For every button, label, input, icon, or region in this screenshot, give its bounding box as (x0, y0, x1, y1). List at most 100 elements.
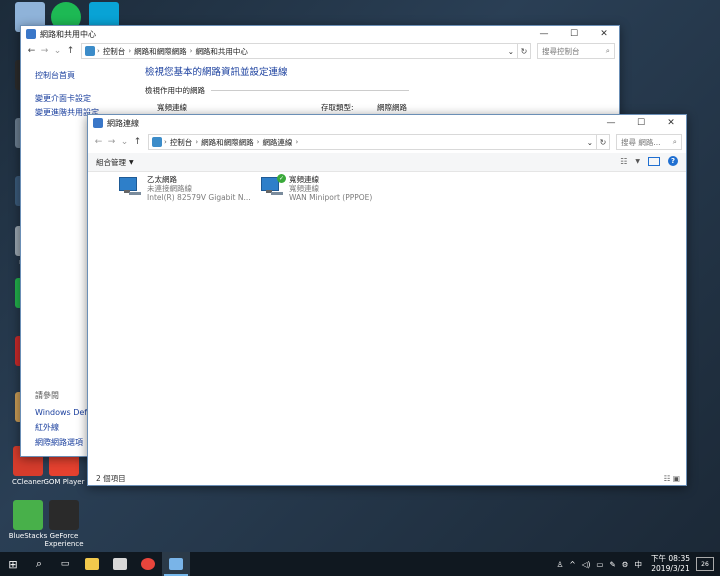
shortcut-label: GeForce Experience (44, 532, 84, 548)
network-window-taskbar-icon[interactable] (162, 552, 190, 576)
connection-status: 寬頻連線 (289, 184, 319, 193)
search-placeholder: 搜尋 網路... (621, 137, 661, 147)
volume-icon[interactable]: ◁) (582, 560, 591, 569)
task-view-icon[interactable]: ▭ (52, 552, 78, 576)
search-icon: ⌕ (605, 46, 610, 55)
close-button[interactable]: ✕ (589, 26, 619, 42)
control-panel-icon (85, 46, 95, 56)
active-network-name: 寬頻連線 (157, 103, 187, 112)
network-connections-icon (93, 118, 103, 128)
window-title: 網路連線 (107, 118, 139, 128)
notification-center-icon[interactable]: 26 (696, 557, 714, 571)
title-bar[interactable]: 網路連線 — ☐ ✕ (88, 115, 686, 131)
connected-check-icon: ✓ (277, 174, 286, 183)
close-button[interactable]: ✕ (656, 115, 686, 131)
network-adapter-icon: ✓ (260, 174, 286, 197)
window-title: 網路和共用中心 (40, 29, 96, 39)
active-networks-heading: 檢視作用中的網路 (145, 86, 205, 95)
file-explorer-icon[interactable] (78, 552, 106, 576)
network-tray-icon[interactable]: ▭ (596, 560, 603, 569)
search-icon[interactable]: ⌕ (26, 552, 52, 576)
show-hidden-icons-chevron[interactable]: ^ (569, 560, 575, 569)
forward-arrow-icon[interactable]: → (105, 137, 118, 147)
refresh-icon[interactable]: ↻ (597, 134, 610, 150)
refresh-icon[interactable]: ↻ (518, 43, 531, 59)
breadcrumb-network-internet[interactable]: 網路和網際網路 (201, 137, 254, 148)
maximize-button[interactable]: ☐ (559, 26, 589, 42)
organize-button[interactable]: 組合管理 ▼ (96, 157, 134, 168)
shortcut-label: GOM Player (43, 478, 85, 486)
system-tray: ♙ ^ ◁) ▭ ✎ ⚙ 中 下午 08:35 2019/3/21 26 (554, 552, 720, 576)
address-bar[interactable]: › 控制台 › 網路和網際網路 › 網路連線 › ⌄ (148, 134, 597, 150)
change-adapter-settings-link[interactable]: 變更介面卡設定 (35, 93, 145, 104)
breadcrumb-control-panel[interactable]: 控制台 (170, 137, 193, 148)
pen-icon[interactable]: ✎ (609, 560, 615, 569)
up-arrow-icon[interactable]: ↑ (64, 46, 77, 56)
notification-count: 26 (701, 560, 709, 568)
connection-status: 未連接網路線 (147, 184, 192, 193)
main-panel: 檢視您基本的網路資訊並設定連線 檢視作用中的網路 寬頻連線 存取類型: 網際網路 (145, 64, 605, 116)
maximize-button[interactable]: ☐ (626, 115, 656, 131)
forward-arrow-icon[interactable]: → (38, 46, 51, 56)
left-panel: 控制台首頁 變更介面卡設定 變更進階共用設定 (35, 70, 145, 118)
breadcrumb-network-internet[interactable]: 網路和網際網路 (134, 46, 187, 57)
command-bar: 組合管理 ▼ ☷ ▼ ? (88, 153, 686, 172)
divider (211, 90, 409, 91)
people-icon[interactable]: ♙ (557, 560, 564, 569)
access-type-value: 網際網路 (377, 103, 407, 112)
breadcrumb-network-center[interactable]: 網路和共用中心 (195, 46, 248, 57)
cs-game-icon[interactable] (106, 552, 134, 576)
chrome-icon[interactable] (134, 552, 162, 576)
preview-pane-icon[interactable] (648, 156, 660, 166)
connection-name: 寬頻連線 (289, 175, 319, 184)
shortcut-image-icon (49, 500, 79, 530)
help-icon[interactable]: ? (668, 156, 678, 166)
title-bar[interactable]: 網路和共用中心 — ☐ ✕ (21, 26, 619, 42)
view-options-chevron-icon[interactable]: ▼ (635, 158, 640, 165)
details-view-icon[interactable]: ☷ ▣ (664, 474, 680, 483)
organize-label: 組合管理 (96, 157, 126, 167)
up-arrow-icon[interactable]: ↑ (131, 137, 144, 147)
item-count: 2 個項目 (96, 473, 126, 483)
windows-start-icon[interactable]: ⊞ (0, 552, 26, 576)
address-dropdown-icon[interactable]: ⌄ (587, 138, 593, 147)
history-chevron-icon[interactable]: ⌄ (118, 137, 131, 147)
broadband-connection[interactable]: ✓ 寬頻連線 寬頻連線 WAN Miniport (PPPOE) (260, 174, 373, 202)
breadcrumb-network-connections[interactable]: 網路連線 (262, 137, 292, 148)
breadcrumb-control-panel[interactable]: 控制台 (103, 46, 126, 57)
back-arrow-icon[interactable]: ← (25, 46, 38, 56)
search-input[interactable]: 搜尋控制台 ⌕ (537, 43, 615, 59)
connection-device: WAN Miniport (PPPOE) (289, 193, 373, 202)
search-icon: ⌕ (672, 137, 677, 146)
ethernet-connection[interactable]: 乙太網路 未連接網路線 Intel(R) 82579V Gigabit N... (118, 175, 251, 202)
back-arrow-icon[interactable]: ← (92, 137, 105, 147)
address-row: ← → ⌄ ↑ › 控制台 › 網路和網際網路 › 網路連線 › ⌄ ↻ 搜尋 網路.… (88, 133, 686, 151)
clock-time: 下午 08:35 (651, 554, 690, 563)
network-adapter-icon (118, 175, 142, 197)
control-panel-home-link[interactable]: 控制台首頁 (35, 70, 145, 81)
address-bar[interactable]: › 控制台 › 網路和網際網路 › 網路和共用中心 ⌄ (81, 43, 518, 59)
change-view-icon[interactable]: ☷ (620, 157, 627, 166)
desktop-shortcut-icon[interactable]: GeForce Experience (36, 500, 92, 548)
access-type-label: 存取類型: (321, 103, 354, 112)
status-bar: 2 個項目 ☷ ▣ (88, 471, 686, 485)
address-dropdown-icon[interactable]: ⌄ (508, 47, 514, 56)
chevron-down-icon: ▼ (129, 158, 134, 166)
search-placeholder: 搜尋控制台 (542, 46, 580, 56)
page-heading: 檢視您基本的網路資訊並設定連線 (145, 67, 288, 78)
minimize-button[interactable]: — (529, 26, 559, 42)
input-language[interactable]: 中 (635, 559, 643, 570)
clock[interactable]: 下午 08:35 2019/3/21 (651, 554, 690, 574)
connection-device: Intel(R) 82579V Gigabit N... (147, 193, 251, 202)
connection-name: 乙太網路 (147, 175, 177, 184)
control-panel-icon (152, 137, 162, 147)
search-input[interactable]: 搜尋 網路... ⌕ (616, 134, 682, 150)
history-chevron-icon[interactable]: ⌄ (51, 46, 64, 56)
network-connections-window[interactable]: 網路連線 — ☐ ✕ ← → ⌄ ↑ › 控制台 › 網路和網際網路 › 網路連線 ›… (87, 114, 687, 486)
taskbar: ⊞ ⌕ ▭ ♙ ^ ◁) ▭ ✎ ⚙ 中 下午 08:35 2019/3/21 … (0, 552, 720, 576)
minimize-button[interactable]: — (596, 115, 626, 131)
address-row: ← → ⌄ ↑ › 控制台 › 網路和網際網路 › 網路和共用中心 ⌄ ↻ 搜尋控制台… (21, 42, 619, 60)
settings-gear-icon[interactable]: ⚙ (622, 560, 629, 569)
network-center-icon (26, 29, 36, 39)
clock-date: 2019/3/21 (651, 564, 690, 573)
